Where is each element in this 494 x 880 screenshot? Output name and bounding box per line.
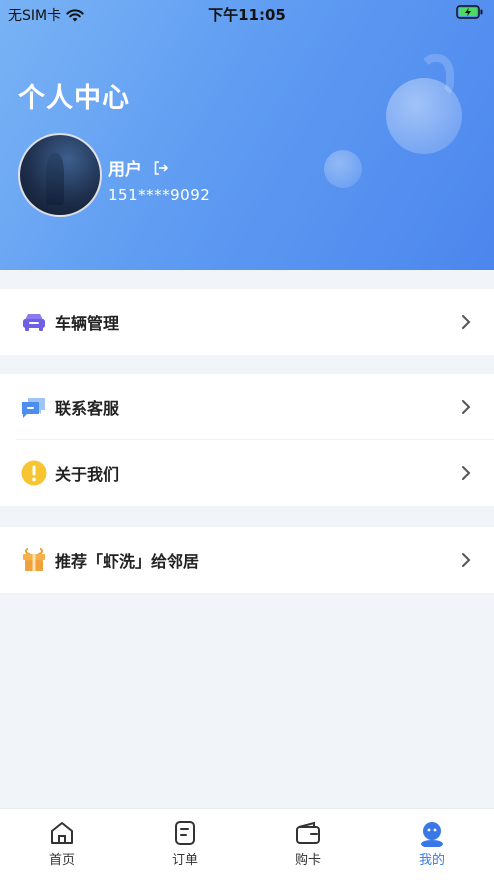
username: 用户	[108, 160, 142, 180]
menu-label: 推荐「虾洗」给邻居	[55, 552, 200, 571]
tab-label: 购卡	[294, 853, 321, 868]
menu-label: 关于我们	[55, 465, 120, 484]
menu-item-about-us[interactable]: 关于我们	[0, 440, 494, 506]
order-icon	[175, 821, 195, 845]
page-title: 个人中心	[18, 83, 130, 114]
wallet-icon	[296, 821, 320, 844]
tab-label: 订单	[171, 853, 198, 868]
menu-group-vehicle: 车辆管理	[0, 289, 494, 355]
car-icon	[23, 314, 45, 331]
logout-icon[interactable]	[152, 159, 170, 177]
home-icon	[51, 822, 73, 844]
tab-mine[interactable]: 我的	[387, 819, 477, 868]
menu-item-contact-service[interactable]: 联系客服	[0, 374, 494, 440]
menu-group-share: 推荐「虾洗」给邻居	[0, 527, 494, 593]
chevron-right-icon	[462, 400, 471, 414]
menu-item-recommend[interactable]: 推荐「虾洗」给邻居	[0, 527, 494, 593]
info-exclamation-icon	[21, 460, 47, 486]
gift-icon	[23, 548, 45, 571]
chat-icon	[22, 398, 45, 418]
tab-label: 首页	[48, 853, 75, 868]
chevron-right-icon	[462, 466, 471, 480]
tab-label: 我的	[418, 853, 445, 868]
battery-charging-icon	[456, 5, 483, 19]
decor-swirl	[418, 54, 454, 98]
clock: 下午11:05	[208, 6, 286, 24]
chevron-right-icon	[462, 553, 471, 567]
avatar-image-detail	[46, 153, 64, 205]
tab-buy-card[interactable]: 购卡	[263, 819, 353, 868]
avatar[interactable]	[18, 133, 102, 217]
bottom-tab-bar: 首页 订单 购卡 我的	[0, 808, 494, 880]
decor-bubble-small	[324, 150, 362, 188]
tab-home[interactable]: 首页	[17, 819, 107, 868]
menu-label: 联系客服	[55, 399, 120, 418]
status-bar: 无SIM卡 下午11:05	[0, 0, 494, 26]
menu-item-vehicle-management[interactable]: 车辆管理	[0, 289, 494, 355]
profile-header: 无SIM卡 下午11:05 个人中心 用户 151****9092	[0, 0, 494, 270]
menu-group-support: 联系客服 关于我们	[0, 374, 494, 506]
menu-label: 车辆管理	[55, 314, 120, 333]
tab-orders[interactable]: 订单	[140, 819, 230, 868]
phone-number: 151****9092	[108, 186, 211, 204]
chevron-right-icon	[462, 315, 471, 329]
profile-icon	[421, 822, 443, 847]
